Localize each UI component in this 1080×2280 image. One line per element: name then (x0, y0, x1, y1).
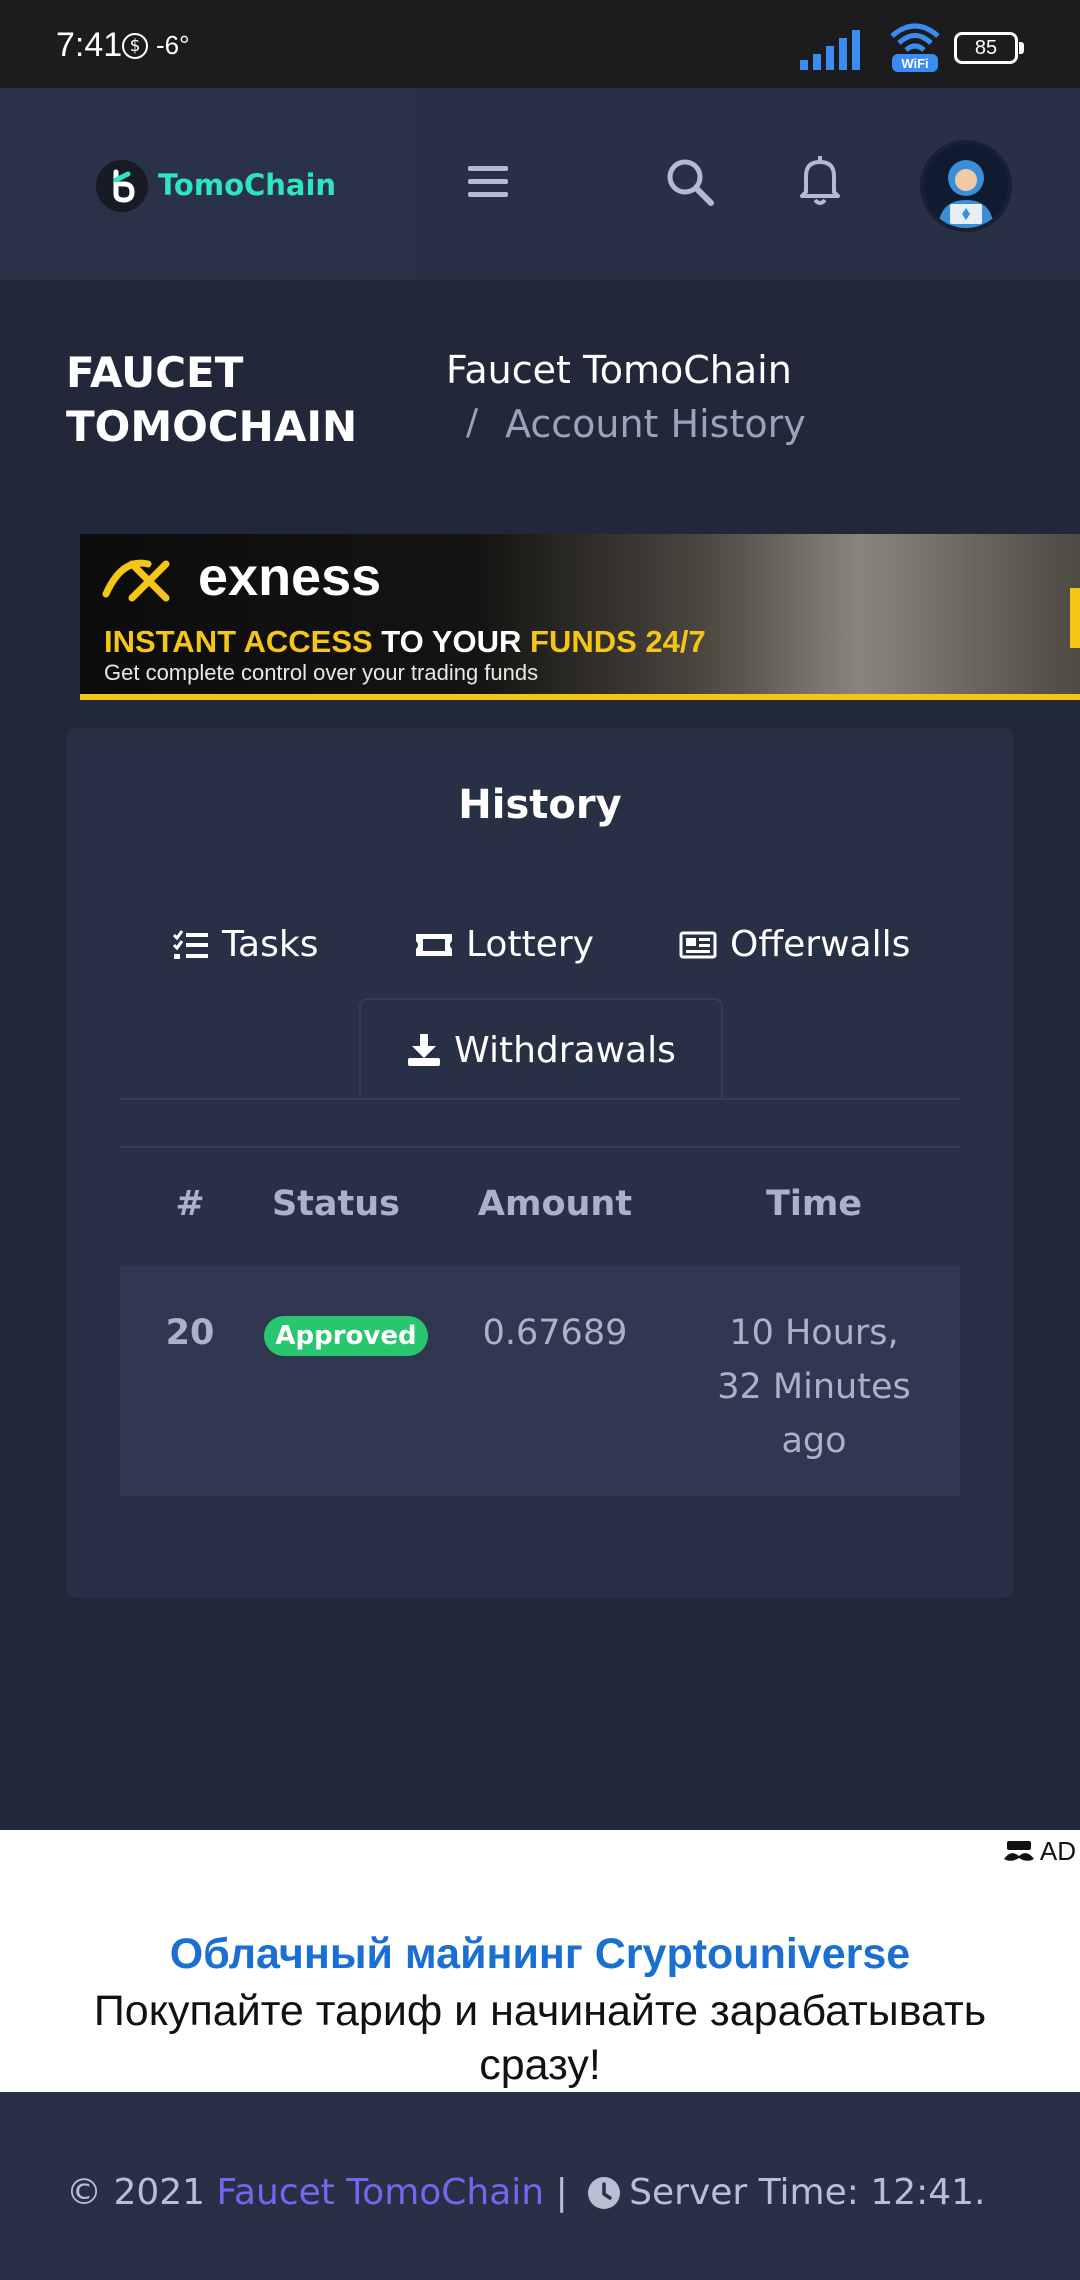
ad-mustache-icon (1003, 1840, 1034, 1861)
wifi-icon: WiFi (890, 23, 940, 72)
server-time: Server Time: 12:41. (629, 2172, 986, 2213)
brand-link[interactable]: TomoChain (0, 88, 416, 280)
tab-withdrawals[interactable]: Withdrawals (359, 998, 723, 1100)
ticket-icon (416, 933, 452, 956)
tab-offerwalls-label: Offerwalls (730, 924, 911, 965)
banner-headline-part2: TO YOUR (372, 624, 531, 659)
column-header-id: # (175, 1184, 205, 1224)
column-header-amount: Amount (477, 1184, 633, 1224)
bell-icon[interactable] (792, 152, 848, 208)
tab-lottery[interactable]: Lottery (414, 924, 594, 965)
user-avatar-icon (924, 144, 1008, 228)
top-navbar: TomoChain (0, 88, 1080, 280)
tab-lottery-label: Lottery (466, 924, 594, 965)
ad-tag: AD (1002, 1836, 1076, 1867)
column-header-time: Time (765, 1184, 863, 1224)
tab-tasks-label: Tasks (222, 924, 319, 965)
ad-label: AD (1039, 1836, 1076, 1866)
clock-icon (588, 2176, 621, 2209)
tabs-divider (120, 1098, 960, 1100)
banner-subline: Get complete control over your trading f… (104, 660, 539, 685)
footer-copyright: © 2021 (66, 2172, 217, 2213)
battery-level: 85 (974, 37, 998, 59)
history-title: History (458, 782, 622, 828)
footer-text: © 2021 Faucet TomoChain | Server Time: 1… (66, 2172, 986, 2213)
status-badge: Approved (264, 1316, 428, 1356)
bottom-ad[interactable]: AD Облачный майнинг Cryptouniverse Покуп… (0, 1830, 1080, 2092)
status-time: 7:41 (56, 26, 123, 64)
svg-text:WiFi: WiFi (901, 56, 928, 71)
download-icon (408, 1034, 441, 1066)
ad-text: Покупайте тариф и начинайте зарабатывать… (93, 1987, 987, 2089)
banner-decoration (1070, 588, 1080, 648)
banner-brand: exness (198, 547, 382, 607)
history-card: History Tasks Lottery Offerwalls Withdra… (66, 728, 1014, 1598)
row-amount: 0.67689 (482, 1313, 628, 1353)
status-bar: 7:41 $ -6° WiFi 85 (0, 0, 1080, 88)
footer-site-link[interactable]: Faucet TomoChain (217, 2172, 545, 2213)
breadcrumb-current: Account History (505, 402, 806, 446)
banner-headline: INSTANT ACCESS TO YOUR FUNDS 24/7 (104, 624, 706, 660)
ad-title-link[interactable]: Облачный майнинг Cryptouniverse (0, 1930, 1080, 1979)
row-time: 10 Hours, 32 Minutes ago (717, 1313, 911, 1461)
column-header-status: Status (271, 1184, 401, 1224)
banner-headline-part3: FUNDS 24/7 (530, 624, 706, 659)
breadcrumb-home-link[interactable]: Faucet TomoChain (446, 348, 792, 392)
page-title: FAUCET TOMOCHAIN (66, 348, 358, 451)
menu-icon[interactable] (466, 160, 510, 204)
coin-icon: $ (122, 33, 148, 59)
row-id: 20 (165, 1313, 215, 1353)
avatar[interactable] (920, 140, 1012, 232)
exness-banner-ad[interactable]: exness INSTANT ACCESS TO YOUR FUNDS 24/7… (80, 534, 1080, 700)
battery-icon: 85 (954, 32, 1024, 64)
breadcrumb-separator: / (466, 402, 479, 443)
tomochain-logo-icon (96, 160, 148, 212)
search-icon[interactable] (664, 156, 716, 208)
tab-withdrawals-label: Withdrawals (454, 1029, 676, 1071)
table-top-border (120, 1146, 960, 1148)
tasks-icon (172, 929, 208, 959)
brand-name: TomoChain (158, 168, 337, 202)
banner-headline-part1: INSTANT ACCESS (104, 624, 373, 659)
tab-tasks[interactable]: Tasks (172, 924, 318, 965)
exness-logo-icon (102, 559, 170, 602)
footer: © 2021 Faucet TomoChain | Server Time: 1… (0, 2092, 1080, 2280)
tab-offerwalls[interactable]: Offerwalls (678, 924, 910, 965)
newspaper-icon (679, 931, 717, 958)
footer-separator: | (544, 2172, 580, 2213)
status-temperature: -6° (156, 30, 190, 60)
banner-underline (80, 694, 1080, 700)
signal-icon (800, 30, 860, 70)
